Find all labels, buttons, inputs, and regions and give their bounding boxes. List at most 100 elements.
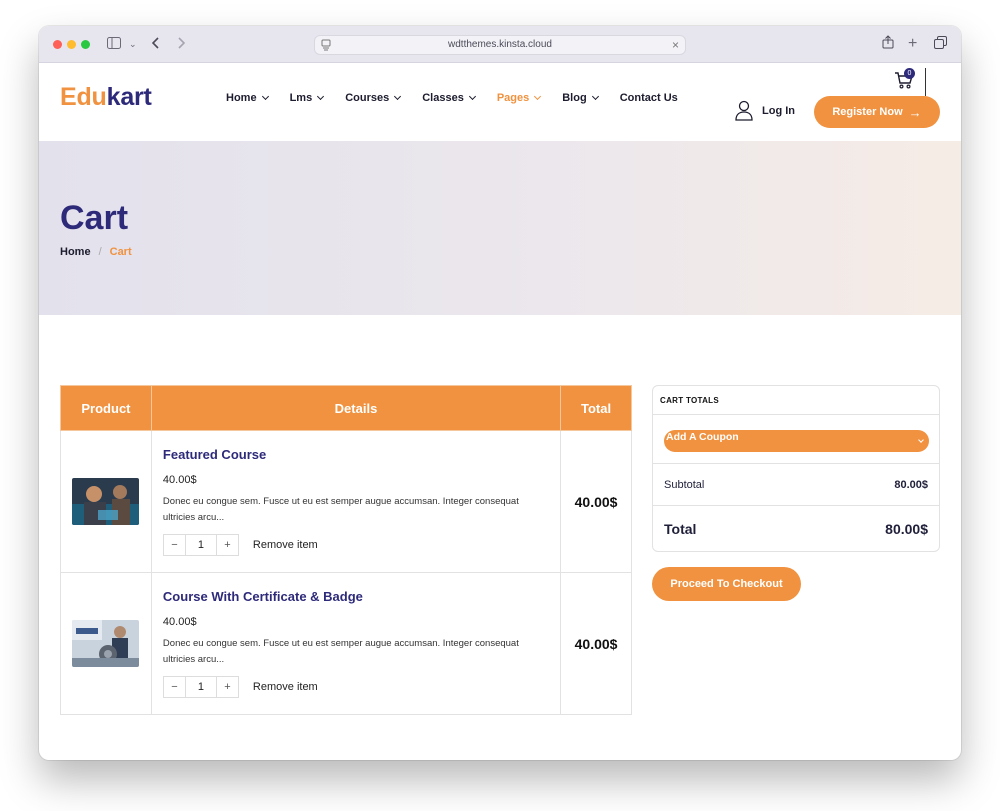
product-cell bbox=[60, 430, 152, 573]
login-link[interactable]: Log In bbox=[735, 100, 795, 122]
logo-part-kart: kart bbox=[106, 83, 152, 111]
total-label: Total bbox=[664, 520, 697, 537]
nav-home-label: Home bbox=[226, 92, 257, 104]
logo-part-edu: Edu bbox=[60, 83, 107, 111]
nav-contact-us[interactable]: Contact Us bbox=[620, 92, 678, 104]
address-bar[interactable]: wdtthemes.kinsta.cloud × bbox=[314, 35, 686, 55]
quantity-stepper: − 1 + bbox=[162, 676, 239, 698]
chevron-down-icon bbox=[591, 92, 599, 101]
order-total-row: Total 80.00$ bbox=[653, 506, 939, 551]
login-label: Log In bbox=[762, 105, 795, 117]
back-arrow-icon[interactable] bbox=[151, 35, 160, 53]
clear-url-icon[interactable]: × bbox=[672, 38, 679, 52]
browser-toolbar: ⌄ wdtthemes.kinsta.cloud × + bbox=[39, 26, 961, 63]
decrease-quantity-button[interactable]: − bbox=[164, 677, 185, 697]
increase-quantity-button[interactable]: + bbox=[217, 535, 238, 555]
coupon-label: Add A Coupon bbox=[666, 431, 739, 443]
item-total: 40.00$ bbox=[560, 572, 632, 715]
remove-item-link[interactable]: Remove item bbox=[253, 539, 318, 551]
nav-blog-label: Blog bbox=[562, 92, 587, 104]
column-header-total: Total bbox=[560, 385, 632, 431]
nav-courses-label: Courses bbox=[345, 92, 390, 104]
arrow-right-icon: → bbox=[908, 104, 922, 120]
subtotal-value: 80.00$ bbox=[894, 478, 928, 491]
remove-item-link[interactable]: Remove item bbox=[253, 681, 318, 693]
table-row: Featured Course 40.00$ Donec eu congue s… bbox=[60, 430, 632, 573]
product-cell bbox=[60, 572, 152, 715]
site-logo[interactable]: Edukart bbox=[60, 83, 152, 112]
nav-blog[interactable]: Blog bbox=[562, 92, 599, 104]
breadcrumb-current: Cart bbox=[109, 246, 132, 258]
nav-contact-label: Contact Us bbox=[619, 92, 678, 104]
increase-quantity-button[interactable]: + bbox=[217, 677, 238, 697]
breadcrumb: Home / Cart bbox=[60, 246, 132, 258]
nav-classes-label: Classes bbox=[422, 92, 464, 104]
column-header-details: Details bbox=[150, 385, 562, 431]
course-title-link[interactable]: Course With Certificate & Badge bbox=[163, 589, 549, 604]
quantity-stepper: − 1 + bbox=[162, 534, 239, 556]
chevron-down-icon bbox=[317, 92, 325, 101]
subtotal-row: Subtotal 80.00$ bbox=[653, 464, 939, 506]
course-price: 40.00$ bbox=[162, 474, 197, 486]
header-cart[interactable]: 0 bbox=[894, 68, 916, 93]
quantity-input[interactable]: 1 bbox=[184, 677, 217, 697]
url-text: wdtthemes.kinsta.cloud bbox=[448, 39, 552, 50]
breadcrumb-separator: / bbox=[98, 246, 102, 258]
details-cell: Featured Course 40.00$ Donec eu congue s… bbox=[150, 430, 562, 573]
cart-totals-heading: CART TOTALS bbox=[653, 386, 939, 415]
header-divider bbox=[925, 68, 926, 96]
nav-lms-label: Lms bbox=[289, 92, 313, 104]
course-thumbnail[interactable] bbox=[72, 620, 140, 667]
chevron-down-icon bbox=[394, 92, 402, 101]
total-value: 80.00$ bbox=[885, 520, 928, 537]
table-header-row: Product Details Total bbox=[60, 385, 632, 431]
course-thumbnail[interactable] bbox=[72, 478, 140, 525]
register-label: Register Now bbox=[832, 106, 903, 118]
user-icon bbox=[735, 100, 753, 121]
table-row: Course With Certificate & Badge 40.00$ D… bbox=[60, 572, 632, 715]
browser-window: ⌄ wdtthemes.kinsta.cloud × + Edukart Hom… bbox=[39, 26, 961, 760]
nav-lms[interactable]: Lms bbox=[289, 92, 325, 104]
quantity-input[interactable]: 1 bbox=[184, 535, 217, 555]
quantity-row: − 1 + Remove item bbox=[162, 676, 549, 698]
register-now-button[interactable]: Register Now → bbox=[814, 96, 940, 128]
nav-home[interactable]: Home bbox=[226, 92, 269, 104]
main-nav: Home Lms Courses Classes Pages Blog Cont… bbox=[226, 92, 700, 104]
course-title-link[interactable]: Featured Course bbox=[163, 447, 549, 462]
course-description: Donec eu congue sem. Fusce ut eu est sem… bbox=[162, 496, 519, 523]
decrease-quantity-button[interactable]: − bbox=[164, 535, 185, 555]
quantity-row: − 1 + Remove item bbox=[162, 534, 549, 556]
nav-courses[interactable]: Courses bbox=[345, 92, 402, 104]
share-icon[interactable] bbox=[882, 35, 894, 53]
cart-table: Product Details Total Featured Course 40… bbox=[60, 385, 632, 715]
cart-count-badge: 0 bbox=[904, 68, 915, 79]
chevron-down-icon bbox=[534, 92, 542, 101]
course-price: 40.00$ bbox=[162, 616, 197, 628]
cart-totals-panel: CART TOTALS Add A Coupon Subtotal 80.00$… bbox=[652, 385, 940, 552]
desktop-backdrop: ⌄ wdtthemes.kinsta.cloud × + Edukart Hom… bbox=[0, 0, 1000, 811]
item-total: 40.00$ bbox=[560, 430, 632, 573]
site-header: Edukart Home Lms Courses Classes Pages B… bbox=[39, 63, 961, 141]
chevron-down-icon bbox=[261, 92, 269, 101]
sidebar-toggle-icon[interactable] bbox=[107, 35, 121, 53]
column-header-product: Product bbox=[60, 385, 152, 431]
chevron-down-icon bbox=[468, 92, 476, 101]
nav-classes[interactable]: Classes bbox=[422, 92, 476, 104]
tab-overview-icon[interactable] bbox=[934, 35, 947, 53]
proceed-to-checkout-button[interactable]: Proceed To Checkout bbox=[652, 567, 801, 601]
subtotal-label: Subtotal bbox=[664, 478, 705, 491]
close-window-button[interactable] bbox=[53, 40, 62, 49]
nav-pages[interactable]: Pages bbox=[496, 92, 542, 104]
chevron-down-icon[interactable]: ⌄ bbox=[129, 35, 137, 53]
fullscreen-window-button[interactable] bbox=[81, 40, 90, 49]
page-hero: Cart Home / Cart bbox=[39, 141, 961, 315]
chevron-down-icon bbox=[918, 437, 924, 443]
breadcrumb-home[interactable]: Home bbox=[60, 246, 91, 258]
page-title: Cart bbox=[60, 199, 129, 237]
nav-pages-label: Pages bbox=[496, 92, 530, 104]
minimize-window-button[interactable] bbox=[67, 40, 76, 49]
new-tab-icon[interactable]: + bbox=[908, 35, 917, 53]
checkout-label: Proceed To Checkout bbox=[670, 578, 783, 590]
forward-arrow-icon[interactable] bbox=[177, 35, 186, 53]
add-coupon-toggle[interactable]: Add A Coupon bbox=[664, 430, 929, 452]
